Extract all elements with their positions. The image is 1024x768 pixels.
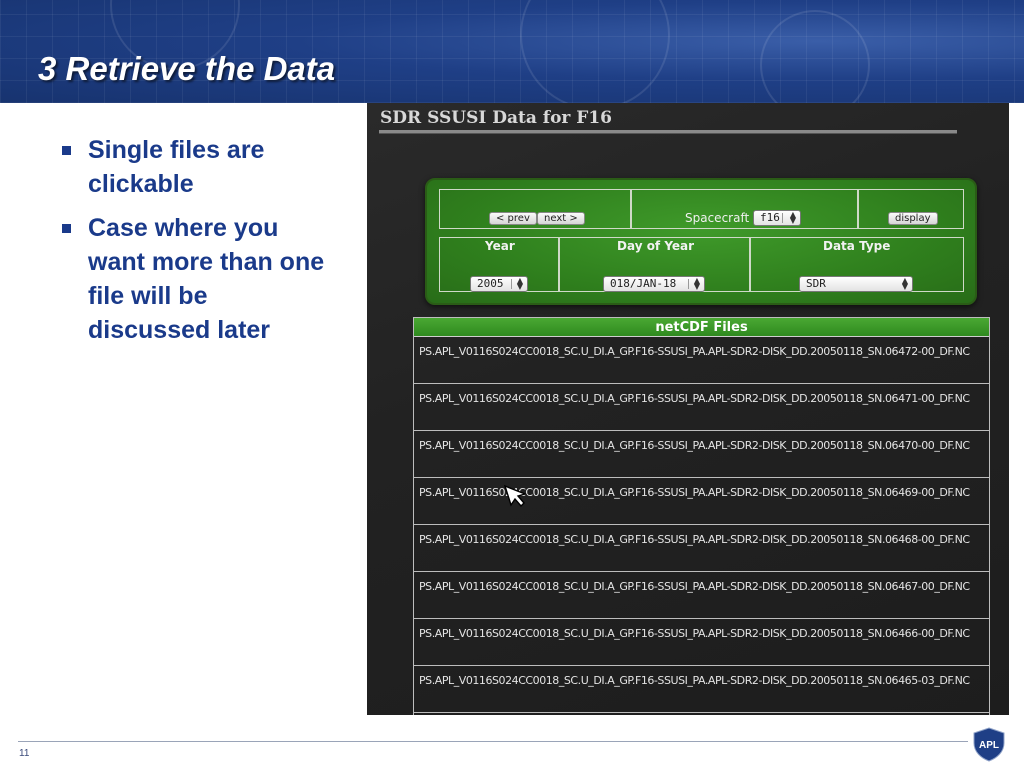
file-link[interactable]: PS.APL_V0116S024CC0018_SC.U_DI.A_GP.F16-… bbox=[414, 572, 989, 619]
sdr-data-browser: SDR SSUSI Data for F16 < prev next > Spa… bbox=[367, 103, 1009, 715]
square-bullet-icon bbox=[62, 146, 71, 155]
square-bullet-icon bbox=[62, 224, 71, 233]
year-header: Year bbox=[485, 239, 515, 253]
footer-divider bbox=[18, 741, 968, 742]
banner-decoration bbox=[520, 0, 670, 103]
page-number: 11 bbox=[19, 748, 30, 759]
files-table-header: netCDF Files bbox=[414, 318, 989, 337]
select-arrows-icon: ▲ ▼ bbox=[789, 210, 796, 225]
slide-title: 3 Retrieve the Data bbox=[38, 50, 336, 87]
datatype-select-value: SDR bbox=[806, 277, 826, 290]
bullet-list: Single files are clickable Case where yo… bbox=[62, 133, 332, 357]
banner-decoration bbox=[760, 10, 870, 103]
file-link[interactable]: PS.APL_V0116S024CC0018_SC.U_DI.A_GP.F16-… bbox=[414, 525, 989, 572]
bullet-item: Case where you want more than one file w… bbox=[62, 211, 332, 347]
bullet-text: Case where you want more than one file w… bbox=[88, 214, 325, 344]
mouse-pointer-icon bbox=[503, 484, 528, 508]
file-link[interactable]: PS.APL_V0116S024CC0018_SC.U_DI.A_GP.F16-… bbox=[414, 337, 989, 384]
prev-button[interactable]: < prev bbox=[489, 212, 537, 225]
year-select[interactable]: 2005 ▲ ▼ bbox=[470, 276, 528, 292]
doy-select[interactable]: 018/JAN-18 ▲ ▼ bbox=[603, 276, 705, 292]
datatype-header: Data Type bbox=[823, 239, 891, 253]
title-divider bbox=[379, 130, 957, 134]
select-arrows-icon: ▲ ▼ bbox=[693, 276, 700, 291]
year-select-value: 2005 bbox=[477, 277, 504, 290]
bullet-text: Single files are clickable bbox=[88, 136, 265, 198]
doy-header: Day of Year bbox=[617, 239, 695, 253]
file-link[interactable]: PS.APL_V0116S024CC0018_SC.U_DI.A_GP.F16-… bbox=[414, 666, 989, 713]
netcdf-files-table: netCDF Files PS.APL_V0116S024CC0018_SC.U… bbox=[413, 317, 990, 715]
logo-text: APL bbox=[979, 740, 999, 751]
app-title: SDR SSUSI Data for F16 bbox=[380, 108, 613, 128]
slide-header-banner: 3 Retrieve the Data bbox=[0, 0, 1024, 103]
file-link[interactable]: PS.APL_V0116S024CC0018_SC.U_DI.A_GP.F16-… bbox=[414, 478, 989, 525]
spacecraft-select-value: f16 bbox=[760, 211, 780, 224]
doy-select-value: 018/JAN-18 bbox=[610, 277, 677, 290]
next-button[interactable]: next > bbox=[537, 212, 585, 225]
spacecraft-label: Spacecraft bbox=[685, 211, 750, 225]
file-link[interactable]: PS.APL_V0116S024CC0018_SC.U_DI.A_GP.F16-… bbox=[414, 431, 989, 478]
select-arrows-icon: ▲ ▼ bbox=[901, 276, 908, 291]
bullet-item: Single files are clickable bbox=[62, 133, 332, 201]
file-link[interactable]: PS.APL_V0116S024CC0018_SC.U_DI.A_GP.F16-… bbox=[414, 619, 989, 666]
spacecraft-select[interactable]: f16 ▲ ▼ bbox=[753, 210, 801, 226]
datatype-select[interactable]: SDR ▲ ▼ bbox=[799, 276, 913, 292]
control-panel: < prev next > Spacecraft f16 ▲ ▼ display … bbox=[425, 178, 977, 305]
apl-shield-logo-icon: APL bbox=[973, 727, 1005, 762]
select-arrows-icon: ▲ ▼ bbox=[516, 276, 523, 291]
file-link[interactable]: PS.APL_V0116S024CC0018_SC.U_DI.A_GP.F16-… bbox=[414, 384, 989, 431]
display-button[interactable]: display bbox=[888, 212, 938, 225]
